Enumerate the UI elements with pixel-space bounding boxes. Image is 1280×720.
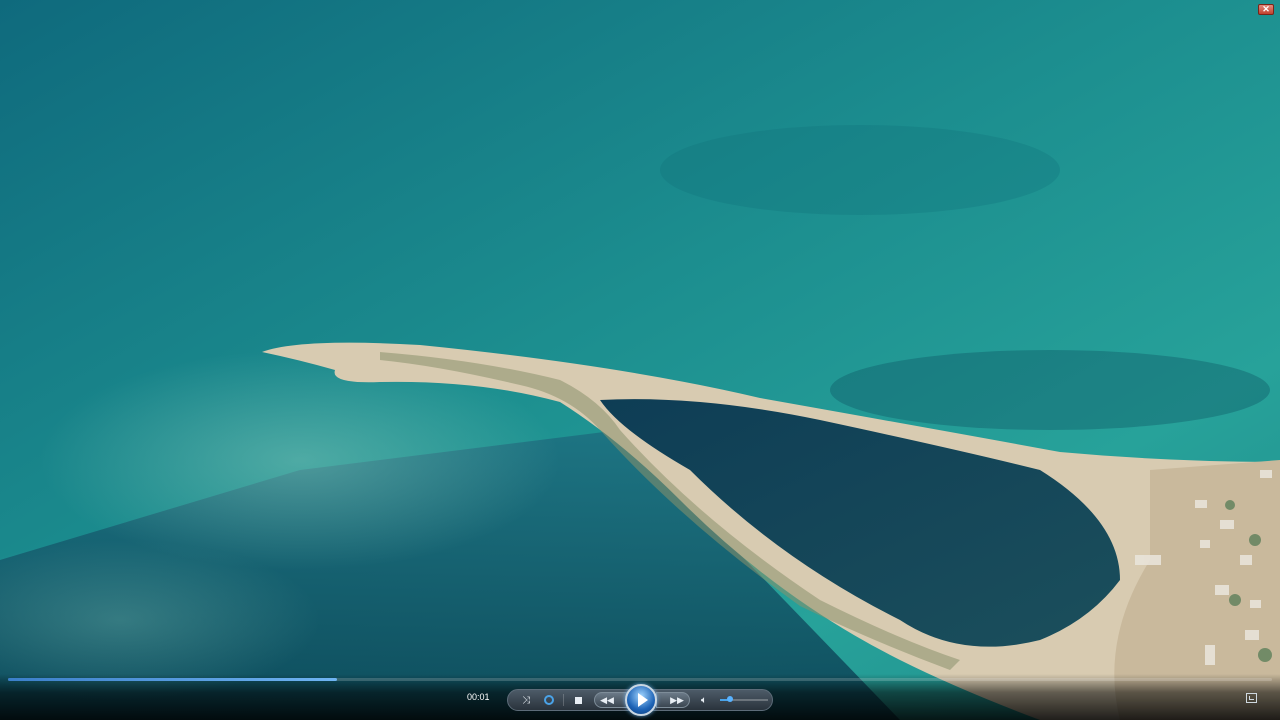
stop-icon bbox=[574, 696, 582, 704]
elapsed-time: 00:01 bbox=[467, 692, 490, 702]
close-button[interactable]: ✕ bbox=[1258, 4, 1274, 15]
play-button[interactable] bbox=[625, 684, 657, 716]
volume-slider[interactable] bbox=[720, 696, 768, 702]
shuffle-button[interactable]: ⤨ bbox=[518, 690, 534, 710]
repeat-button[interactable] bbox=[541, 690, 557, 710]
seek-bar-progress bbox=[8, 678, 337, 681]
mute-button[interactable]: 🔈︎ bbox=[697, 690, 711, 710]
stop-button[interactable] bbox=[570, 690, 586, 710]
rewind-icon: ◀◀ bbox=[600, 694, 614, 705]
fast-forward-icon: ▶▶ bbox=[670, 694, 684, 705]
previous-button[interactable]: ◀◀ bbox=[594, 692, 628, 708]
volume-knob[interactable] bbox=[726, 696, 733, 702]
transport-controls: ⤨ ◀◀ ▶▶ 🔈︎ bbox=[507, 684, 773, 716]
fullscreen-button[interactable] bbox=[1246, 693, 1257, 703]
close-icon: ✕ bbox=[1262, 4, 1270, 14]
control-bar: 00:01 ⤨ ◀◀ ▶▶ 🔈︎ bbox=[0, 674, 1280, 720]
divider bbox=[563, 694, 564, 706]
shuffle-icon: ⤨ bbox=[522, 694, 530, 706]
video-frame[interactable] bbox=[0, 0, 1280, 720]
play-icon bbox=[637, 693, 648, 707]
repeat-icon bbox=[544, 695, 554, 705]
speaker-icon: 🔈︎ bbox=[701, 694, 707, 706]
next-button[interactable]: ▶▶ bbox=[656, 692, 690, 708]
seek-bar[interactable] bbox=[8, 678, 1272, 681]
aerial-sea-image bbox=[0, 0, 1280, 720]
